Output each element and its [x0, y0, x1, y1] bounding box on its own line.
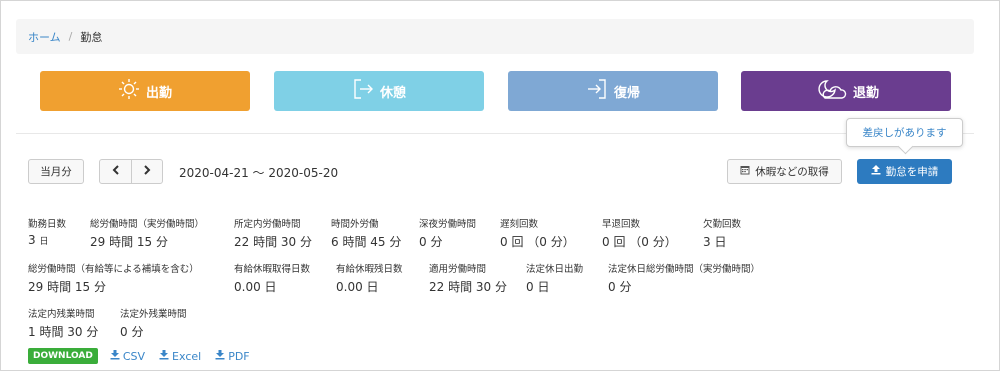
page-frame: ホーム / 勤怠 出勤 休憩 復帰 退勤 差戻しがあります 当月分 2020-0… — [0, 0, 1000, 371]
download-excel-label: Excel — [172, 349, 202, 363]
breadcrumb: ホーム / 勤怠 — [16, 19, 974, 54]
download-icon — [215, 349, 228, 363]
leave-request-label: 休暇などの取得 — [755, 166, 829, 178]
stat-value: 3 日 — [28, 233, 49, 247]
leave-request-button[interactable]: 休暇などの取得 — [727, 159, 842, 184]
stat-scheduled-time: 所定内労働時間 22 時間 30 分 — [234, 216, 312, 250]
stat-overtime: 時間外労働 6 時間 45 分 — [331, 216, 401, 250]
apply-attendance-button[interactable]: 勤怠を申請 — [857, 159, 952, 184]
stat-paid-leave-remaining: 有給休暇残日数 0.00 日 — [336, 261, 403, 295]
stat-value: 29 時間 15 分 — [90, 235, 168, 249]
stat-label: 遅刻回数 — [500, 219, 539, 230]
sun-icon — [118, 78, 146, 104]
stat-legal-holiday-work: 法定休日出勤 0 日 — [526, 261, 583, 295]
stat-value: 0 回 （0 分） — [500, 235, 575, 249]
apply-attendance-label: 勤怠を申請 — [885, 166, 939, 178]
stat-label: 総労働時間（有給等による補填を含む） — [28, 264, 199, 275]
download-csv-label: CSV — [122, 349, 146, 363]
download-csv-link[interactable]: CSV — [110, 349, 146, 363]
stat-value: 29 時間 15 分 — [28, 280, 106, 294]
stat-label: 総労働時間（実労働時間） — [90, 219, 205, 230]
stat-label: 深夜労働時間 — [419, 219, 477, 230]
stat-value: 22 時間 30 分 — [429, 280, 507, 294]
this-month-button[interactable]: 当月分 — [28, 159, 84, 184]
stat-night-work: 深夜労働時間 0 分 — [419, 216, 476, 250]
stat-label: 法定外残業時間 — [120, 309, 187, 320]
download-badge: DOWNLOAD — [28, 348, 98, 364]
download-bar: DOWNLOAD CSV Excel PDF — [28, 348, 264, 364]
stat-applied-work-time: 適用労働時間 22 時間 30 分 — [429, 261, 507, 295]
break-label: 休憩 — [379, 85, 406, 101]
download-pdf-label: PDF — [228, 349, 250, 363]
prev-period-button[interactable] — [99, 159, 132, 184]
stat-value: 0 分 — [120, 325, 144, 339]
stat-label: 欠勤回数 — [703, 219, 742, 230]
stat-label: 有給休暇残日数 — [336, 264, 403, 275]
stat-value: 6 時間 45 分 — [331, 235, 402, 249]
break-button[interactable]: 休憩 — [274, 71, 484, 111]
exit-door-icon — [352, 78, 380, 104]
stat-value: 0 回 （0 分） — [602, 235, 677, 249]
stat-value: 0 日 — [526, 280, 550, 294]
stat-label: 法定休日総労働時間（実労働時間） — [608, 264, 761, 275]
rejection-tooltip: 差戻しがあります — [846, 118, 963, 147]
stat-label: 早退回数 — [602, 219, 641, 230]
download-icon — [110, 349, 123, 363]
stat-absence-count: 欠勤回数 3 日 — [703, 216, 741, 250]
moon-cloud-icon — [813, 78, 853, 104]
stat-value: 0 分 — [419, 235, 443, 249]
divider — [16, 133, 974, 134]
return-button[interactable]: 復帰 — [508, 71, 718, 111]
date-range: 2020-04-21 〜 2020-05-20 — [179, 166, 339, 180]
stat-legal-holiday-total-time: 法定休日総労働時間（実労働時間） 0 分 — [608, 261, 760, 295]
download-pdf-link[interactable]: PDF — [215, 349, 250, 363]
breadcrumb-current: 勤怠 — [80, 30, 103, 44]
stat-total-work-incl-paid: 総労働時間（有給等による補填を含む） 29 時間 15 分 — [28, 261, 199, 295]
stat-work-days: 勤務日数 3 日 — [28, 216, 66, 247]
chevron-left-icon — [112, 165, 120, 178]
stat-value: 22 時間 30 分 — [234, 235, 312, 249]
next-period-button[interactable] — [131, 159, 163, 184]
enter-door-icon — [586, 78, 614, 104]
stat-label: 所定内労働時間 — [234, 219, 301, 230]
calendar-icon — [740, 165, 750, 178]
download-icon — [159, 349, 172, 363]
upload-icon — [871, 165, 886, 178]
stat-label: 勤務日数 — [28, 219, 67, 230]
stat-label: 有給休暇取得日数 — [234, 264, 311, 275]
stat-late-count: 遅刻回数 0 回 （0 分） — [500, 216, 575, 250]
stat-legal-overtime: 法定内残業時間 1 時間 30 分 — [28, 306, 98, 340]
stat-non-legal-overtime: 法定外残業時間 0 分 — [120, 306, 187, 340]
clock-out-label: 退勤 — [852, 85, 879, 101]
breadcrumb-separator: / — [68, 30, 73, 43]
stat-value: 0.00 日 — [336, 280, 379, 294]
breadcrumb-home-link[interactable]: ホーム — [28, 29, 61, 45]
stat-value: 0 分 — [608, 280, 632, 294]
chevron-right-icon — [143, 165, 151, 178]
download-excel-link[interactable]: Excel — [159, 349, 202, 363]
stat-value: 1 時間 30 分 — [28, 325, 99, 339]
stat-label: 時間外労働 — [331, 219, 379, 230]
stat-early-leave-count: 早退回数 0 回 （0 分） — [602, 216, 677, 250]
stat-label: 適用労働時間 — [429, 264, 487, 275]
stat-value: 0.00 日 — [234, 280, 277, 294]
stat-paid-leave-taken: 有給休暇取得日数 0.00 日 — [234, 261, 310, 295]
stat-value: 3 日 — [703, 235, 727, 249]
clock-out-button[interactable]: 退勤 — [741, 71, 951, 111]
clock-in-button[interactable]: 出勤 — [40, 71, 250, 111]
return-label: 復帰 — [613, 85, 640, 101]
stat-label: 法定休日出勤 — [526, 264, 584, 275]
stat-total-work-time: 総労働時間（実労働時間） 29 時間 15 分 — [90, 216, 204, 250]
clock-in-label: 出勤 — [145, 85, 172, 101]
stat-label: 法定内残業時間 — [28, 309, 95, 320]
